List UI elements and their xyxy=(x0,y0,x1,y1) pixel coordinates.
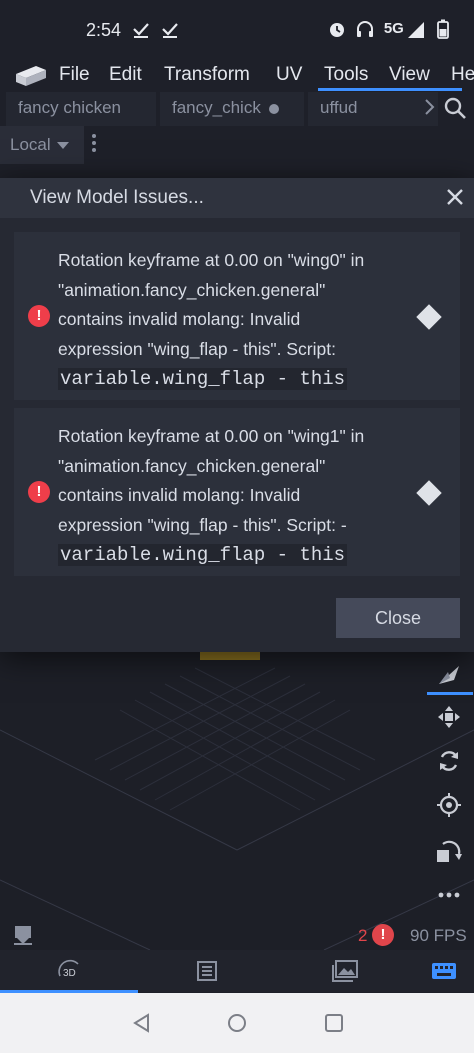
transform-space-select[interactable]: Local xyxy=(0,126,84,164)
menu-transform[interactable]: Transform xyxy=(164,64,250,86)
textures-icon[interactable] xyxy=(276,950,414,992)
status-time: 2:54 xyxy=(86,20,122,40)
issue-item: ! Rotation keyframe at 0.00 on "wing0" i… xyxy=(14,232,460,400)
menu-tools[interactable]: Tools xyxy=(324,64,368,86)
error-icon: ! xyxy=(28,481,50,503)
dialog-title: View Model Issues... xyxy=(30,187,204,208)
vertex-snap-icon[interactable] xyxy=(432,834,466,868)
menu-file[interactable]: File xyxy=(59,64,90,86)
check-icon xyxy=(162,23,178,38)
recents-icon[interactable] xyxy=(322,1011,346,1035)
tab-label: fancy chicken xyxy=(18,98,121,117)
tab-fancy-chicken[interactable]: fancy chicken xyxy=(6,92,156,126)
fps-counter: 90 FPS xyxy=(410,926,467,945)
bottom-panel-nav: 3D xyxy=(0,950,474,992)
outliner-icon[interactable] xyxy=(138,950,276,992)
issue-code: variable.wing_flap - this xyxy=(58,368,348,390)
move-rotate-tool-icon[interactable] xyxy=(432,658,466,692)
dialog-header: View Model Issues... xyxy=(0,178,474,218)
headphones-icon xyxy=(356,20,374,38)
error-count[interactable]: 2 xyxy=(358,926,367,946)
chevron-right-icon[interactable] xyxy=(424,96,436,118)
unsaved-dot-icon xyxy=(268,103,279,114)
menu-view[interactable]: View xyxy=(389,64,430,86)
tab-label: fancy_chick xyxy=(172,98,261,117)
menu-edit[interactable]: Edit xyxy=(109,64,142,86)
android-nav-bar xyxy=(0,993,474,1053)
close-icon[interactable] xyxy=(444,186,466,208)
error-indicator-icon[interactable]: ! xyxy=(372,924,394,946)
pivot-icon[interactable] xyxy=(432,788,466,822)
move-arrows-icon[interactable] xyxy=(432,700,466,734)
search-icon[interactable] xyxy=(443,96,467,120)
select-keyframe-diamond-icon[interactable] xyxy=(416,304,442,330)
blockbench-logo-icon[interactable] xyxy=(14,62,48,90)
alarm-icon xyxy=(328,20,346,38)
menu-help[interactable]: He xyxy=(451,64,474,86)
svg-text:3D: 3D xyxy=(63,968,76,979)
transform-space-value: Local xyxy=(10,135,51,154)
caret-down-icon xyxy=(56,142,69,150)
more-horizontal-icon[interactable] xyxy=(432,878,466,912)
tab-fancy-chick[interactable]: fancy_chick xyxy=(160,92,304,126)
3d-view-icon[interactable]: 3D xyxy=(0,950,138,992)
select-keyframe-diamond-icon[interactable] xyxy=(416,480,442,506)
issue-text: Rotation keyframe at 0.00 on "wing1" in … xyxy=(58,426,365,535)
error-icon: ! xyxy=(28,305,50,327)
check-icon xyxy=(133,23,149,38)
tab-uffud[interactable]: uffud xyxy=(308,92,438,126)
rotate-icon[interactable] xyxy=(432,744,466,778)
issue-item: ! Rotation keyframe at 0.00 on "wing1" i… xyxy=(14,408,460,576)
issue-code: variable.wing_flap - this xyxy=(58,544,348,566)
battery-icon xyxy=(434,19,452,39)
screenshot-icon[interactable] xyxy=(12,924,34,946)
issue-message: Rotation keyframe at 0.00 on "wing0" in … xyxy=(58,246,388,395)
model-issues-dialog: View Model Issues... ! Rotation keyframe… xyxy=(0,178,474,652)
home-icon[interactable] xyxy=(225,1011,249,1035)
signal-5g-icon: 5G xyxy=(384,20,424,38)
menu-uv[interactable]: UV xyxy=(276,64,302,86)
project-tabs: fancy chicken fancy_chick uffud xyxy=(0,92,474,126)
issue-text: Rotation keyframe at 0.00 on "wing0" in … xyxy=(58,250,365,359)
close-button[interactable]: Close xyxy=(336,598,460,638)
notification-icons xyxy=(132,20,179,43)
more-options-icon[interactable] xyxy=(90,134,98,154)
menu-bar: File Edit Transform UV Tools View He xyxy=(0,62,474,90)
issue-message: Rotation keyframe at 0.00 on "wing1" in … xyxy=(58,426,365,566)
status-bar: 2:54 5G xyxy=(0,0,474,62)
tool-active-indicator xyxy=(427,692,473,695)
menu-active-indicator xyxy=(318,88,462,91)
tab-label: uffud xyxy=(320,98,358,117)
keyboard-icon[interactable] xyxy=(414,950,474,992)
back-icon[interactable] xyxy=(130,1011,154,1035)
